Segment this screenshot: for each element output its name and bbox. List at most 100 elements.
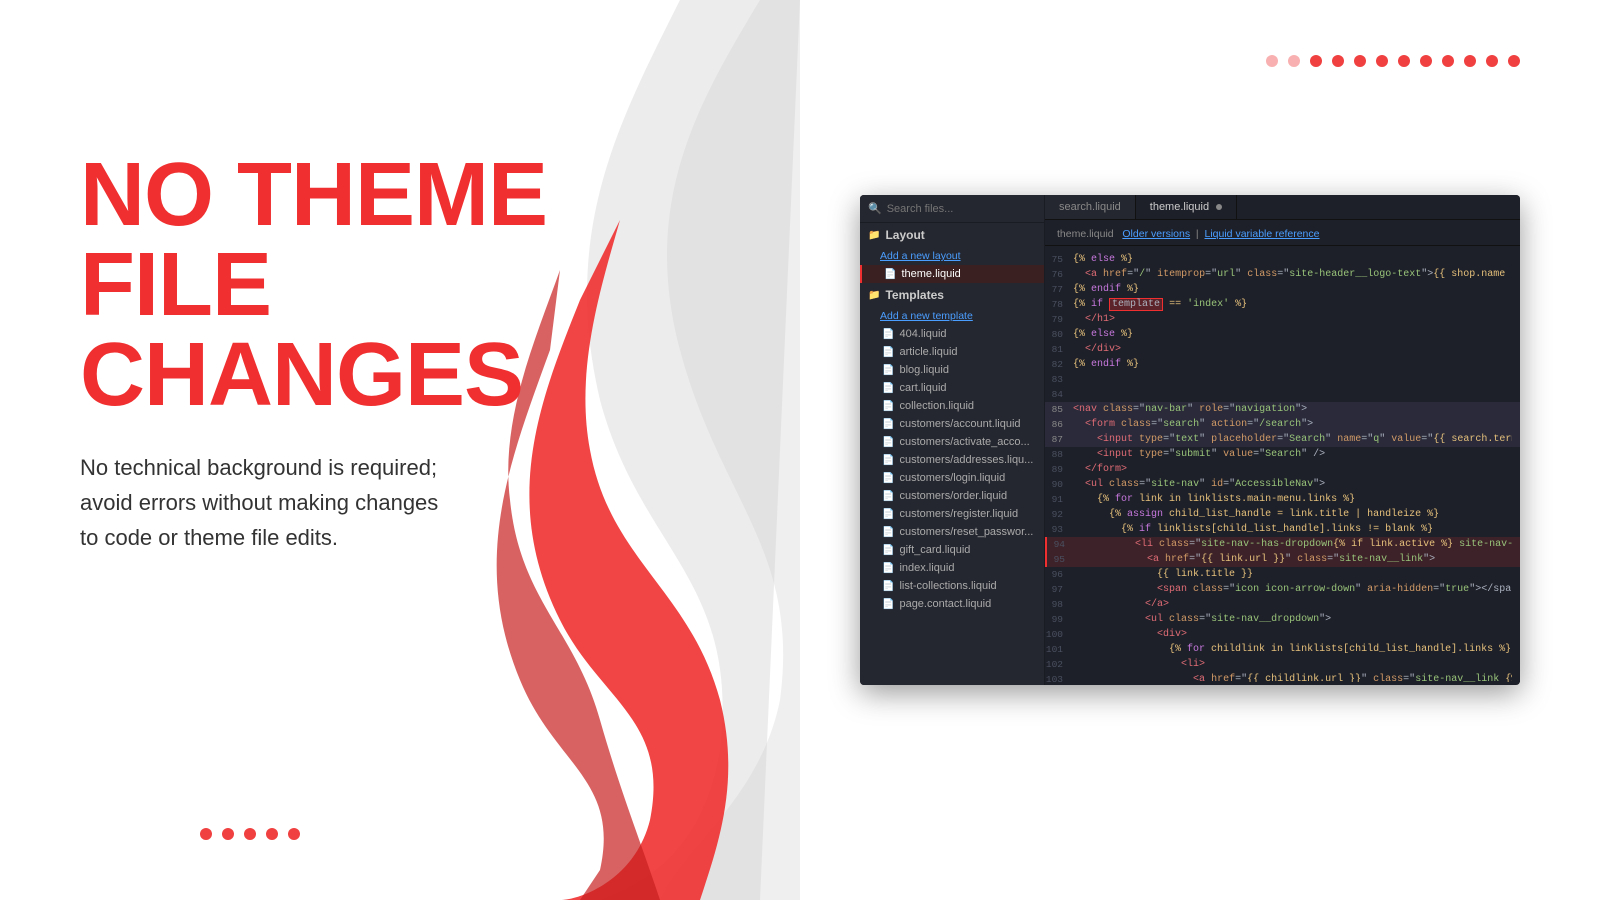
- tab-theme-liquid[interactable]: theme.liquid: [1136, 195, 1237, 219]
- file-icon: 📄: [882, 365, 894, 376]
- file-icon: 📄: [882, 455, 894, 466]
- modified-indicator: [1216, 204, 1222, 210]
- file-icon: 📄: [882, 491, 894, 502]
- breadcrumb-older-versions[interactable]: Older versions: [1122, 228, 1190, 240]
- file-icon: 📄: [882, 383, 894, 394]
- sidebar-file-theme-liquid[interactable]: 📄 theme.liquid: [860, 265, 1044, 283]
- sidebar-file-customers-reset[interactable]: 📄 customers/reset_passwor...: [860, 523, 1044, 541]
- code-line-100: 100 <div>: [1045, 627, 1520, 642]
- dot: [1288, 55, 1300, 67]
- sidebar-file-article[interactable]: 📄 article.liquid: [860, 343, 1044, 361]
- search-input[interactable]: [887, 203, 1036, 215]
- file-icon: 📄: [882, 347, 894, 358]
- code-line-78: 78 {% if template == 'index' %}: [1045, 297, 1520, 312]
- sidebar-file-collection[interactable]: 📄 collection.liquid: [860, 397, 1044, 415]
- editor-code[interactable]: 75 {% else %} 76 <a href="/" itemprop="u…: [1045, 246, 1520, 682]
- code-line-96: 96 {{ link.title }}: [1045, 567, 1520, 582]
- editor-main: theme.liquid Older versions | Liquid var…: [1045, 223, 1520, 685]
- editor-tabs: search.liquid theme.liquid: [1045, 195, 1520, 220]
- heading-line1: NO THEME: [80, 150, 680, 240]
- subtext-line2: avoid errors without making changes: [80, 490, 438, 515]
- code-line-76: 76 <a href="/" itemprop="url" class="sit…: [1045, 267, 1520, 282]
- sidebar-section-templates[interactable]: 📁 Templates: [860, 283, 1044, 307]
- file-icon: 📄: [882, 437, 894, 448]
- subtext-line1: No technical background is required;: [80, 455, 437, 480]
- heading-line2: FILE CHANGES: [80, 240, 680, 420]
- dot: [288, 828, 300, 840]
- code-line-79: 79 </h1>: [1045, 312, 1520, 327]
- code-line-84: 84: [1045, 387, 1520, 402]
- sidebar-file-customers-addresses[interactable]: 📄 customers/addresses.liqu...: [860, 451, 1044, 469]
- main-heading: NO THEME FILE CHANGES: [80, 150, 680, 420]
- code-line-80: 80 {% else %}: [1045, 327, 1520, 342]
- code-line-85: 85 <nav class="nav-bar" role="navigation…: [1045, 402, 1520, 417]
- editor-sidebar: 🔍 📁 Layout Add a new layout 📄 theme.liqu…: [860, 195, 1045, 685]
- code-line-90: 90 <ul class="site-nav" id="AccessibleNa…: [1045, 477, 1520, 492]
- dot: [222, 828, 234, 840]
- file-icon: 📄: [882, 527, 894, 538]
- subtext-line3: to code or theme file edits.: [80, 525, 338, 550]
- dot: [1310, 55, 1322, 67]
- dot: [1266, 55, 1278, 67]
- sidebar-file-customers-register[interactable]: 📄 customers/register.liquid: [860, 505, 1044, 523]
- code-line-88: 88 <input type="submit" value="Search" /…: [1045, 447, 1520, 462]
- left-content: NO THEME FILE CHANGES No technical backg…: [80, 150, 680, 556]
- folder-icon: 📁: [868, 230, 880, 241]
- file-icon: 📄: [882, 563, 894, 574]
- sidebar-file-cart[interactable]: 📄 cart.liquid: [860, 379, 1044, 397]
- code-line-87: 87 <input type="text" placeholder="Searc…: [1045, 432, 1520, 447]
- file-icon: 📄: [882, 599, 894, 610]
- sidebar-file-customers-activate[interactable]: 📄 customers/activate_acco...: [860, 433, 1044, 451]
- dot: [1376, 55, 1388, 67]
- sidebar-file-404[interactable]: 📄 404.liquid: [860, 325, 1044, 343]
- code-line-95: 95 <a href="{{ link.url }}" class="site-…: [1045, 552, 1520, 567]
- dot: [1442, 55, 1454, 67]
- file-icon: 📄: [882, 419, 894, 430]
- folder-icon-templates: 📁: [868, 290, 880, 301]
- code-line-83: 83: [1045, 372, 1520, 387]
- search-icon: 🔍: [868, 202, 882, 215]
- sidebar-file-page-contact[interactable]: 📄 page.contact.liquid: [860, 595, 1044, 613]
- dot: [266, 828, 278, 840]
- file-icon: 📄: [882, 509, 894, 520]
- dot: [1354, 55, 1366, 67]
- code-line-103: 103 <a href="{{ childlink.url }}" class=…: [1045, 672, 1520, 682]
- code-line-89: 89 </form>: [1045, 462, 1520, 477]
- code-line-99: 99 <ul class="site-nav__dropdown">: [1045, 612, 1520, 627]
- sub-text: No technical background is required; avo…: [80, 450, 580, 556]
- sidebar-file-customers-order[interactable]: 📄 customers/order.liquid: [860, 487, 1044, 505]
- code-line-77: 77 {% endif %}: [1045, 282, 1520, 297]
- dots-bottom-left: [200, 828, 300, 840]
- breadcrumb-liquid-reference[interactable]: Liquid variable reference: [1205, 228, 1320, 240]
- sidebar-file-customers-login[interactable]: 📄 customers/login.liquid: [860, 469, 1044, 487]
- code-line-91: 91 {% for link in linklists.main-menu.li…: [1045, 492, 1520, 507]
- dot: [1398, 55, 1410, 67]
- sidebar-file-customers-account[interactable]: 📄 customers/account.liquid: [860, 415, 1044, 433]
- code-line-97: 97 <span class="icon icon-arrow-down" ar…: [1045, 582, 1520, 597]
- tab-search-liquid[interactable]: search.liquid: [1045, 195, 1136, 219]
- file-icon: 📄: [882, 473, 894, 484]
- dot: [1420, 55, 1432, 67]
- sidebar-file-blog[interactable]: 📄 blog.liquid: [860, 361, 1044, 379]
- sidebar-file-list-collections[interactable]: 📄 list-collections.liquid: [860, 577, 1044, 595]
- dot: [1332, 55, 1344, 67]
- sidebar-file-gift-card[interactable]: 📄 gift_card.liquid: [860, 541, 1044, 559]
- dot: [1486, 55, 1498, 67]
- dot: [200, 828, 212, 840]
- add-template-link[interactable]: Add a new template: [860, 307, 1044, 325]
- add-layout-link[interactable]: Add a new layout: [860, 247, 1044, 265]
- dots-top-right: [1266, 55, 1520, 67]
- code-line-92: 92 {% assign child_list_handle = link.ti…: [1045, 507, 1520, 522]
- templates-label: Templates: [885, 288, 943, 302]
- sidebar-section-layout[interactable]: 📁 Layout: [860, 223, 1044, 247]
- sidebar-search[interactable]: 🔍: [860, 195, 1044, 223]
- code-line-75: 75 {% else %}: [1045, 252, 1520, 267]
- code-line-101: 101 {% for childlink in linklists[child_…: [1045, 642, 1520, 657]
- file-icon: 📄: [884, 269, 896, 280]
- code-line-94: 94 <li class="site-nav--has-dropdown{% i…: [1045, 537, 1520, 552]
- file-icon: 📄: [882, 581, 894, 592]
- sidebar-file-index[interactable]: 📄 index.liquid: [860, 559, 1044, 577]
- dot: [1508, 55, 1520, 67]
- code-line-102: 102 <li>: [1045, 657, 1520, 672]
- file-icon: 📄: [882, 401, 894, 412]
